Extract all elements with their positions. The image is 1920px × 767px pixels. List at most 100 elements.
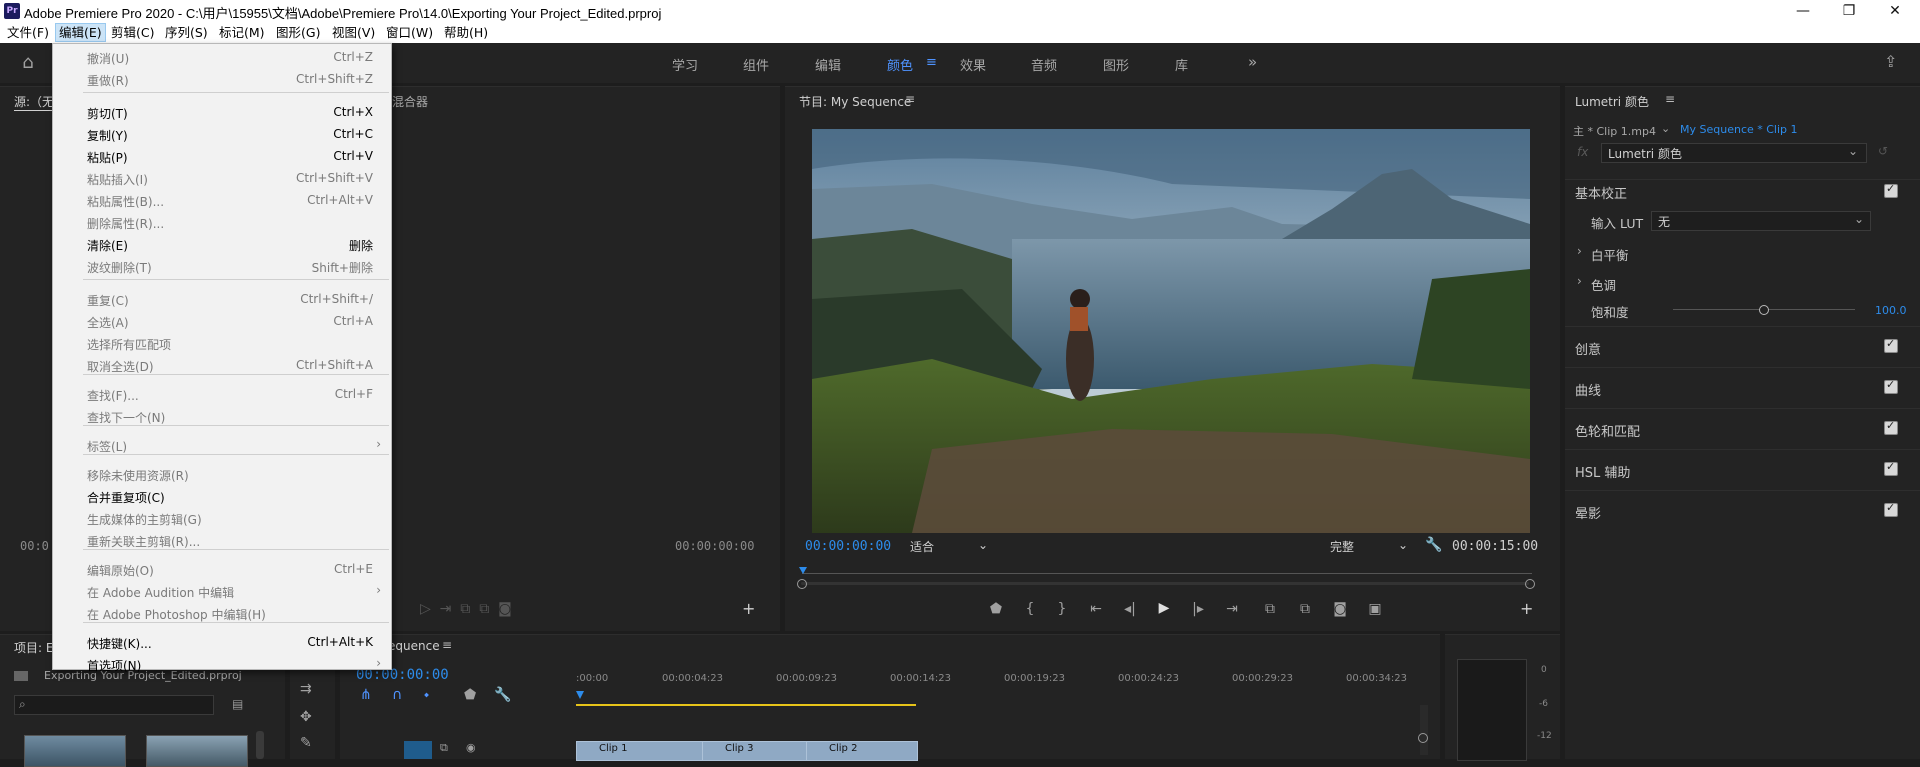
program-title[interactable]: 节目: My Sequence bbox=[799, 93, 911, 110]
edit-menu-item[interactable]: 清除(E) 删除 bbox=[53, 234, 391, 254]
mark-out-icon[interactable]: } bbox=[1047, 601, 1077, 617]
marker-icon[interactable]: ⬟ bbox=[464, 687, 476, 703]
workspace-tab-audio[interactable]: 音频 bbox=[1031, 55, 1057, 74]
lumetri-menu-icon[interactable]: ≡ bbox=[1665, 92, 1675, 106]
ripple-edit-tool-icon[interactable]: ✥ bbox=[300, 709, 312, 725]
saturation-slider-knob[interactable] bbox=[1759, 305, 1769, 315]
clip-thumbnail[interactable] bbox=[24, 735, 126, 767]
creative-section[interactable]: 创意 bbox=[1565, 326, 1920, 367]
time-ruler[interactable]: :00:00 00:00:04:23 00:00:09:23 00:00:14:… bbox=[576, 673, 1416, 691]
extract-icon[interactable]: ⧉ bbox=[1290, 601, 1320, 617]
menu-view[interactable]: 视图(V) bbox=[329, 24, 378, 41]
menu-help[interactable]: 帮助(H) bbox=[441, 24, 491, 41]
go-to-in-icon[interactable]: ⇤ bbox=[1081, 601, 1111, 617]
workspace-tab-color[interactable]: 颜色 bbox=[887, 55, 913, 74]
timeline-clip[interactable]: Clip 3 bbox=[702, 741, 808, 761]
minimize-button[interactable]: — bbox=[1780, 0, 1826, 22]
program-menu-icon[interactable]: ≡ bbox=[905, 92, 915, 106]
zoom-bar[interactable] bbox=[797, 579, 1537, 589]
reset-icon[interactable]: ↺ bbox=[1878, 144, 1888, 158]
close-button[interactable]: ✕ bbox=[1872, 0, 1918, 22]
hsl-secondary-section[interactable]: HSL 辅助 bbox=[1565, 449, 1920, 490]
workspace-tab-effects[interactable]: 效果 bbox=[960, 55, 986, 74]
white-balance-section[interactable]: 白平衡 bbox=[1591, 245, 1629, 264]
mark-in-icon[interactable]: { bbox=[1015, 601, 1045, 617]
effect-dropdown[interactable]: Lumetri 颜色 ⌄ bbox=[1601, 143, 1867, 163]
source-tab[interactable]: 源:（无 bbox=[14, 93, 55, 111]
curves-section[interactable]: 曲线 bbox=[1565, 367, 1920, 408]
chevron-right-icon[interactable]: › bbox=[1577, 274, 1582, 288]
video-frame[interactable] bbox=[812, 129, 1530, 533]
workspace-menu-icon[interactable]: ≡ bbox=[926, 55, 937, 70]
chevron-right-icon[interactable]: › bbox=[1577, 244, 1582, 258]
basic-correction-header[interactable]: 基本校正 bbox=[1575, 183, 1627, 202]
add-marker-icon[interactable]: ⬩ bbox=[424, 687, 429, 703]
color-wheels-checkbox[interactable] bbox=[1884, 419, 1898, 435]
track-select-tool-icon[interactable]: ⇉ bbox=[300, 681, 312, 697]
chevron-down-icon[interactable]: ⌄ bbox=[1661, 122, 1670, 135]
tone-section[interactable]: 色调 bbox=[1591, 275, 1616, 294]
edit-menu-item[interactable]: 合并重复项(C) bbox=[53, 486, 391, 506]
color-wheels-section[interactable]: 色轮和匹配 bbox=[1565, 408, 1920, 449]
sync-lock-icon[interactable]: ⧉ bbox=[440, 741, 448, 755]
export-frame-icon[interactable]: ◙ bbox=[1325, 601, 1355, 617]
edit-menu-item[interactable]: 快捷键(K)... Ctrl+Alt+K bbox=[53, 632, 391, 652]
creative-checkbox[interactable] bbox=[1884, 337, 1898, 353]
workspace-tab-assembly[interactable]: 组件 bbox=[743, 55, 769, 74]
wrench-icon[interactable]: 🔧 bbox=[1425, 537, 1442, 553]
home-icon[interactable]: ⌂ bbox=[14, 52, 42, 74]
edit-menu-item[interactable]: 粘贴(P) Ctrl+V bbox=[53, 146, 391, 166]
workspace-tab-learn[interactable]: 学习 bbox=[672, 55, 698, 74]
snap-icon[interactable]: ⋔ bbox=[360, 687, 372, 703]
go-to-out-icon[interactable]: ⇥ bbox=[1217, 601, 1247, 617]
menu-window[interactable]: 窗口(W) bbox=[383, 24, 436, 41]
share-icon[interactable]: ⇪ bbox=[1884, 52, 1897, 71]
basic-correction-checkbox[interactable] bbox=[1884, 182, 1898, 198]
audio-mixer-tab[interactable]: 混合器 bbox=[392, 93, 428, 110]
work-area-bar[interactable] bbox=[576, 704, 916, 706]
clip-thumbnail[interactable] bbox=[146, 735, 248, 767]
menu-file[interactable]: 文件(F) bbox=[4, 24, 52, 41]
edit-menu-item[interactable]: 复制(Y) Ctrl+C bbox=[53, 124, 391, 144]
new-bin-icon[interactable]: ▤ bbox=[232, 697, 243, 711]
clip-master-label[interactable]: 主 * Clip 1.mp4 bbox=[1573, 123, 1656, 139]
track-target-v1[interactable] bbox=[404, 741, 432, 759]
razor-tool-icon[interactable]: ✎ bbox=[300, 735, 312, 751]
step-back-icon[interactable]: ◂| bbox=[1115, 601, 1145, 617]
program-timecode[interactable]: 00:00:00:00 bbox=[805, 539, 891, 554]
timeline-tab[interactable]: equence bbox=[388, 639, 440, 653]
timeline-clip[interactable]: Clip 1 bbox=[576, 741, 704, 761]
menu-sequence[interactable]: 序列(S) bbox=[162, 24, 211, 41]
add-marker-icon[interactable]: ⬟ bbox=[981, 601, 1011, 617]
play-icon[interactable]: ▶ bbox=[1149, 600, 1179, 616]
timeline-settings-icon[interactable]: 🔧 bbox=[494, 687, 511, 703]
menu-graphics[interactable]: 图形(G) bbox=[273, 24, 323, 41]
clip-sequence-label[interactable]: My Sequence * Clip 1 bbox=[1680, 123, 1798, 136]
quality-dropdown[interactable]: 完整 ⌄ bbox=[1330, 538, 1410, 556]
timeline-playhead[interactable] bbox=[576, 691, 584, 699]
more-workspaces-icon[interactable]: » bbox=[1248, 53, 1257, 71]
lift-icon[interactable]: ⧉ bbox=[1255, 601, 1285, 617]
edit-menu-item[interactable]: 首选项(N) › bbox=[53, 654, 391, 674]
vignette-section[interactable]: 晕影 bbox=[1565, 490, 1920, 531]
workspace-tab-editing[interactable]: 编辑 bbox=[815, 55, 841, 74]
hsl-secondary-checkbox[interactable] bbox=[1884, 460, 1898, 476]
eye-icon[interactable]: ◉ bbox=[466, 741, 476, 754]
curves-checkbox[interactable] bbox=[1884, 378, 1898, 394]
menu-clip[interactable]: 剪辑(C) bbox=[108, 24, 157, 41]
lumetri-title[interactable]: Lumetri 颜色 bbox=[1575, 93, 1649, 110]
workspace-tab-libraries[interactable]: 库 bbox=[1175, 55, 1188, 74]
project-scrollbar[interactable] bbox=[256, 731, 264, 759]
maximize-button[interactable]: ❐ bbox=[1826, 0, 1872, 22]
project-tab[interactable]: 项目: E bbox=[14, 639, 53, 656]
menu-edit[interactable]: 编辑(E) bbox=[55, 23, 106, 42]
source-add-button[interactable]: + bbox=[742, 599, 755, 618]
timeline-clip[interactable]: Clip 2 bbox=[806, 741, 918, 761]
menu-marker[interactable]: 标记(M) bbox=[216, 24, 268, 41]
input-lut-dropdown[interactable]: 无 ⌄ bbox=[1651, 211, 1871, 231]
zoom-handle[interactable] bbox=[1418, 733, 1428, 743]
program-add-button[interactable]: + bbox=[1520, 599, 1533, 618]
timeline-menu-icon[interactable]: ≡ bbox=[442, 638, 452, 652]
edit-menu-item[interactable]: 剪切(T) Ctrl+X bbox=[53, 102, 391, 122]
linked-selection-icon[interactable]: ∩ bbox=[392, 687, 402, 703]
